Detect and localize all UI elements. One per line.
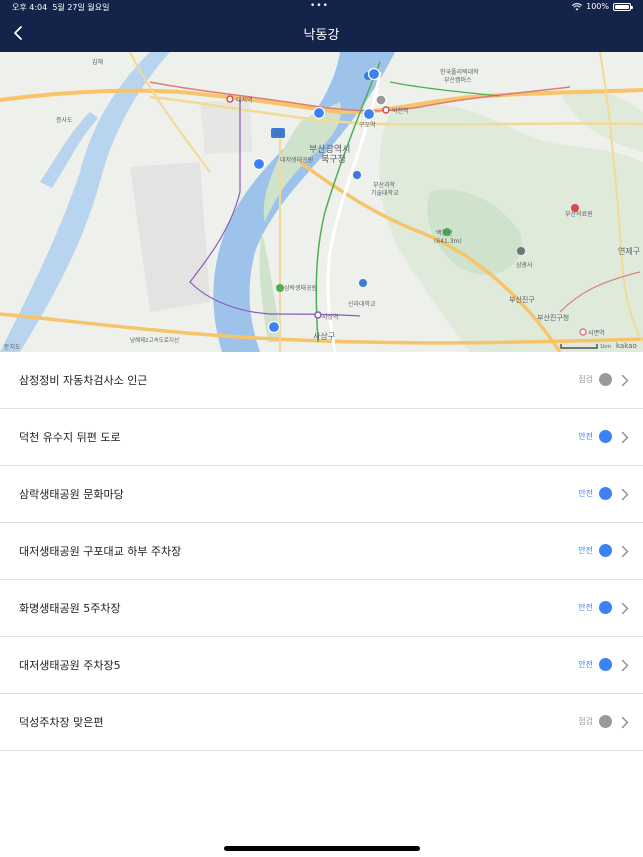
chevron-right-icon [621, 602, 629, 615]
map-label-baekyangsan-height: (641.3m) [434, 238, 462, 245]
chevron-right-icon [621, 374, 629, 387]
status-label: 안전 [578, 546, 593, 555]
map-label-gupo-st: 구포역 [359, 121, 376, 129]
map-label-bukgu-office: 북구청 [321, 154, 346, 165]
map-label-polytech-campus: 부산캠퍼스 [444, 76, 472, 84]
kakao-logo: kakao [616, 342, 637, 350]
site-name: 대저생태공원 구포대교 하부 주차장 [19, 545, 182, 558]
sensor-marker[interactable] [267, 320, 281, 334]
list-item[interactable]: 덕천 유수지 뒤편 도로 안전 [0, 409, 643, 466]
map-label-deokcheon-st: 덕천역 [392, 107, 409, 115]
status-time-date: 오후 4:04 5월 27일 월요일 [12, 2, 109, 13]
map-label-jusan: 증사도 [56, 116, 73, 124]
status-label: 점검 [578, 375, 593, 384]
map-label-seomyeon-st: 서면역 [588, 329, 605, 337]
sensor-marker-check[interactable] [375, 94, 387, 106]
map-canvas[interactable]: 부산광역시 북구청 대저생태공원 삼락생태공원 백양산 (641.3m) 신라대… [0, 52, 643, 352]
site-list: 삼정정비 자동차검사소 인근 점검 덕천 유수지 뒤편 도로 안전 삼락생태공원… [0, 352, 643, 751]
map-label-busanjin: 부산진구 [509, 295, 535, 304]
multitasking-dots-icon[interactable]: ••• [310, 1, 329, 11]
list-item[interactable]: 대저생태공원 구포대교 하부 주차장 안전 [0, 523, 643, 580]
status-dot-icon [599, 601, 612, 614]
status-time: 오후 4:04 [12, 3, 48, 12]
list-item[interactable]: 삼락생태공원 문화마당 안전 [0, 466, 643, 523]
map-label-bukgu: 부산광역시 [309, 143, 350, 155]
map-label-yeonje: 연제구 [618, 247, 640, 256]
status-bar: 오후 4:04 5월 27일 월요일 ••• 100% [0, 0, 643, 14]
site-name: 삼락생태공원 문화마당 [19, 488, 124, 501]
list-item[interactable]: 덕성주차장 맞은편 점검 [0, 694, 643, 751]
navigation-bar: 낙동강 [0, 14, 643, 52]
site-name: 대저생태공원 주차장5 [19, 659, 121, 672]
status-right: 100% [572, 2, 633, 11]
wifi-icon [572, 2, 583, 10]
map-label-dunchi: 둔치도 [4, 343, 21, 351]
map-label-sasang: 사상구 [313, 331, 335, 341]
status-label: 안전 [578, 432, 593, 441]
sensor-marker[interactable] [367, 67, 381, 81]
status-label: 안전 [578, 603, 593, 612]
sensor-marker[interactable] [252, 157, 266, 171]
list-item[interactable]: 삼정정비 자동차검사소 인근 점검 [0, 352, 643, 409]
status-dot-icon [599, 487, 612, 500]
map-label-sasang-st: 사상역 [322, 313, 339, 321]
map-label-silla: 신라대학교 [348, 300, 376, 308]
site-name: 덕성주차장 맞은편 [19, 716, 104, 729]
map-label-gimhae: 김해 [92, 58, 103, 66]
status-dot-icon [599, 430, 612, 443]
battery-icon [613, 2, 633, 11]
sensor-marker[interactable] [362, 107, 376, 121]
home-indicator[interactable] [224, 846, 420, 851]
status-dot-icon [599, 658, 612, 671]
sensor-marker[interactable] [312, 106, 326, 120]
chevron-right-icon [621, 659, 629, 672]
site-name: 덕천 유수지 뒤편 도로 [19, 431, 121, 444]
chevron-right-icon [621, 431, 629, 444]
map-label-highway: 남해제2고속도로지선 [130, 336, 179, 344]
map-label-baekyangsan: 백양산 [436, 229, 453, 237]
status-dot-icon [599, 715, 612, 728]
map-label-polytech: 한국폴리텍대학 [440, 68, 479, 76]
status-dot-icon [599, 544, 612, 557]
battery-percent: 100% [586, 2, 609, 11]
site-name: 삼정정비 자동차검사소 인근 [19, 374, 148, 387]
map-label-busanjingu-office: 부산진구청 [537, 313, 569, 322]
status-label: 점검 [578, 717, 593, 726]
status-label: 안전 [578, 660, 593, 669]
status-label: 안전 [578, 489, 593, 498]
status-date: 5월 27일 월요일 [52, 3, 110, 12]
map-label-samgwangsa: 삼광사 [516, 261, 533, 269]
map-label-samrak-park: 삼락생태공원 [284, 284, 317, 292]
map-label-daejeo-park: 대저생태공원 [280, 156, 313, 164]
list-item[interactable]: 대저생태공원 주차장5 안전 [0, 637, 643, 694]
page-title: 낙동강 [303, 28, 340, 43]
list-item[interactable]: 화명생태공원 5주차장 안전 [0, 580, 643, 637]
chevron-right-icon [621, 716, 629, 729]
road-shield-35-label: 35 [274, 131, 282, 138]
status-dot-icon [599, 373, 612, 386]
map-label-busan-sci: 부산과학 [373, 181, 396, 189]
chevron-right-icon [621, 545, 629, 558]
chevron-right-icon [621, 488, 629, 501]
map-view[interactable]: 부산광역시 북구청 대저생태공원 삼락생태공원 백양산 (641.3m) 신라대… [0, 52, 643, 352]
map-label-daejeo-st: 대저역 [236, 96, 253, 104]
map-scale-label: 1km [600, 344, 611, 350]
map-label-busan-sci-univ: 기술대학교 [371, 189, 399, 197]
map-label-busan-hospital: 부산의료원 [565, 210, 593, 218]
site-name: 화명생태공원 5주차장 [19, 602, 121, 615]
